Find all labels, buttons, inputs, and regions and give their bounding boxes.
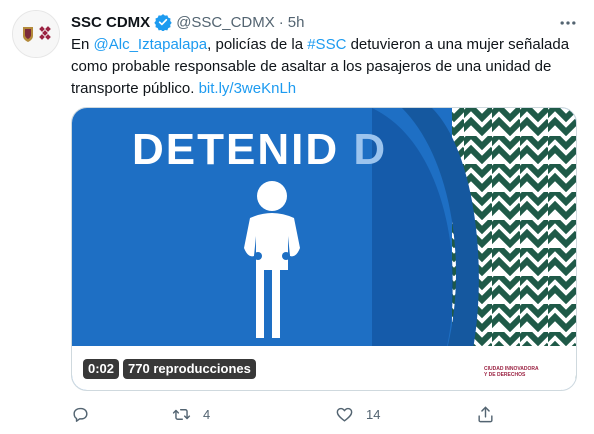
tweet-actions: 4 14 (71, 402, 501, 426)
share-icon (478, 406, 493, 422)
retweet-icon (172, 408, 191, 420)
mention-link[interactable]: @Alc_Iztapalapa (94, 36, 208, 53)
retweet-button[interactable]: 4 (172, 402, 210, 426)
verified-badge-icon (154, 13, 172, 32)
video-duration: 0:02 (83, 359, 120, 379)
headline-tail: D (353, 125, 387, 174)
ssc-logo-icon (13, 11, 59, 57)
tweet-header: SSC CDMX @SSC_CDMX · 5h (71, 11, 304, 33)
share-button[interactable] (476, 402, 495, 426)
headline-text: DETENID D (132, 125, 387, 174)
retweet-count: 4 (203, 406, 211, 422)
view-count: 770 reproducciones (123, 359, 256, 379)
more-dots-icon (560, 21, 576, 25)
separator-dot: · (278, 13, 284, 31)
tweet-text: En @Alc_Iztapalapa, policías de la #SSC … (71, 34, 576, 100)
like-count: 14 (366, 406, 381, 422)
tweet[interactable]: SSC CDMX @SSC_CDMX · 5h En @Alc_Iztapala… (0, 0, 594, 434)
video-overlay: 0:02 770 reproducciones (83, 358, 256, 380)
more-options-button[interactable] (555, 10, 581, 36)
author-name[interactable]: SSC CDMX (71, 14, 150, 31)
tweet-timestamp[interactable]: 5h (288, 14, 305, 31)
video-thumbnail: DETENID D CIUDAD INNOVADORA Y DE DERECHO… (72, 108, 576, 390)
like-button[interactable]: 14 (335, 402, 380, 426)
reply-icon (73, 407, 88, 422)
url-link[interactable]: bit.ly/3weKnLh (199, 80, 297, 97)
author-handle[interactable]: @SSC_CDMX (176, 14, 275, 31)
tweet-text-prefix: En (71, 36, 94, 53)
avatar[interactable] (12, 10, 60, 58)
reply-button[interactable] (71, 402, 102, 426)
heart-icon (336, 407, 353, 422)
tweet-text-middle: , policías de la (207, 36, 308, 53)
video-player[interactable]: DETENID D CIUDAD INNOVADORA Y DE DERECHO… (71, 107, 577, 391)
hashtag-link[interactable]: #SSC (307, 36, 346, 53)
